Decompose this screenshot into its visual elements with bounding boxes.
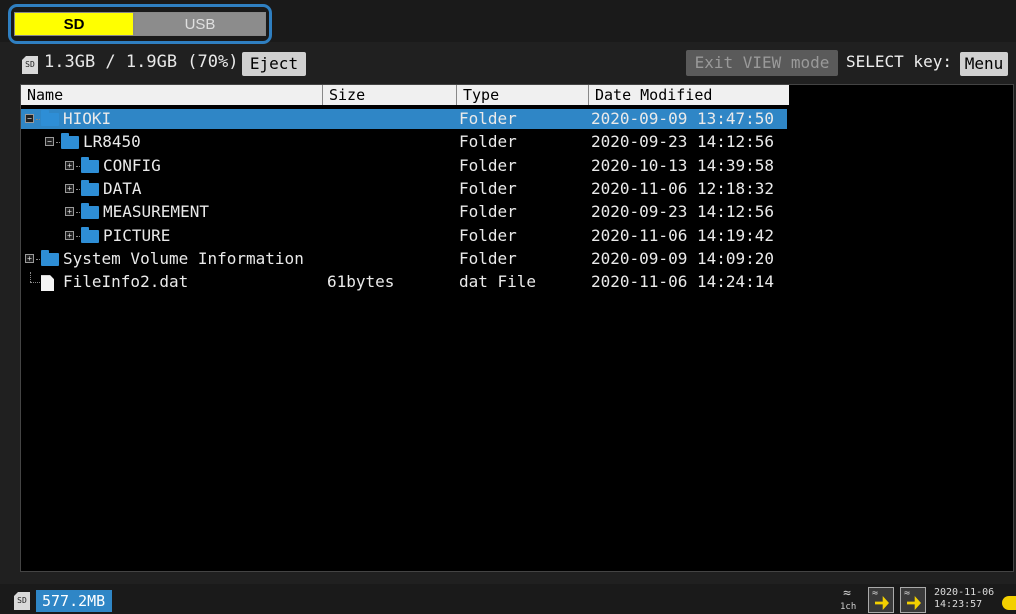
- item-type: Folder: [459, 178, 517, 198]
- column-header-type[interactable]: Type: [457, 85, 589, 105]
- folder-row[interactable]: + PICTURE Folder 2020-11-06 14:19:42: [21, 226, 787, 246]
- item-date-modified: 2020-09-09 13:47:50: [591, 109, 775, 128]
- folder-icon: [81, 226, 99, 243]
- select-key-label: SELECT key:: [846, 52, 952, 71]
- tab-sd[interactable]: SD: [14, 12, 134, 36]
- file-list[interactable]: Name Size Type Date Modified − HIOKI Folde…: [20, 84, 1014, 572]
- folder-icon: [81, 156, 99, 173]
- folder-row[interactable]: + CONFIG Folder 2020-10-13 14:39:58: [21, 156, 787, 176]
- folder-icon: [41, 249, 59, 266]
- status-time: 14:23:57: [934, 599, 983, 610]
- item-date-modified: 2020-10-13 14:39:58: [591, 155, 775, 175]
- item-name: HIOKI: [63, 109, 112, 128]
- folder-icon: [81, 203, 99, 220]
- power-plug-wifi-icon: ≈: [900, 587, 926, 613]
- status-date: 2020-11-06: [934, 587, 995, 598]
- item-date-modified: 2020-09-23 14:12:56: [591, 202, 775, 222]
- eject-button[interactable]: Eject: [242, 52, 306, 76]
- exit-view-mode-button[interactable]: Exit VIEW mode: [686, 50, 838, 76]
- folder-row[interactable]: + MEASUREMENT Folder 2020-09-23 14:12:56: [21, 202, 787, 222]
- item-name: PICTURE: [103, 225, 171, 245]
- item-name: System Volume Information: [63, 248, 304, 268]
- file-row[interactable]: FileInfo2.dat 61bytes dat File 2020-11-06 1…: [21, 272, 787, 292]
- list-header: Name Size Type Date Modified: [21, 85, 789, 105]
- item-date-modified: 2020-09-09 14:09:20: [591, 248, 775, 268]
- item-type: Folder: [459, 202, 517, 222]
- free-space-readout: 577.2MB: [36, 590, 112, 612]
- item-type: Folder: [459, 132, 517, 152]
- menu-button[interactable]: Menu: [960, 52, 1008, 76]
- tab-usb[interactable]: USB: [134, 12, 266, 36]
- sd-card-icon: SD: [22, 56, 38, 74]
- item-date-modified: 2020-11-06 14:24:14: [591, 272, 775, 292]
- tree-connector: [30, 272, 31, 283]
- expand-icon[interactable]: +: [25, 253, 34, 263]
- folder-row[interactable]: + System Volume Information Folder 2020-09-…: [21, 249, 787, 269]
- warning-icon: [1002, 596, 1016, 610]
- folder-icon: [41, 110, 59, 126]
- item-type: Folder: [459, 225, 517, 245]
- storage-usage: 1.3GB / 1.9GB (70%): [44, 52, 239, 72]
- item-date-modified: 2020-09-23 14:12:56: [591, 132, 775, 152]
- collapse-icon[interactable]: −: [25, 114, 34, 123]
- item-size: 61bytes: [327, 272, 395, 292]
- item-type: dat File: [459, 272, 537, 292]
- item-type: Folder: [459, 155, 517, 175]
- column-header-name[interactable]: Name: [21, 85, 323, 105]
- folder-row[interactable]: − LR8450 Folder 2020-09-23 14:12:56: [21, 132, 787, 152]
- item-name: FileInfo2.dat: [63, 272, 189, 292]
- file-icon: [41, 275, 54, 292]
- tree-connector: [30, 282, 42, 284]
- status-bar: [0, 584, 1016, 614]
- folder-row[interactable]: − HIOKI Folder 2020-09-09 13:47:50: [21, 109, 787, 129]
- folder-row[interactable]: + DATA Folder 2020-11-06 12:18:32: [21, 179, 787, 199]
- item-name: DATA: [103, 178, 142, 198]
- expand-icon[interactable]: +: [65, 160, 74, 170]
- status-datetime: 2020-11-06 14:23:57: [934, 587, 994, 611]
- folder-icon: [81, 179, 99, 196]
- expand-icon[interactable]: +: [65, 183, 74, 193]
- expand-icon[interactable]: +: [65, 207, 74, 217]
- item-name: MEASUREMENT: [103, 202, 209, 222]
- item-name: LR8450: [83, 132, 141, 152]
- item-type: Folder: [459, 109, 517, 128]
- item-date-modified: 2020-11-06 12:18:32: [591, 178, 775, 198]
- column-header-date-modified[interactable]: Date Modified: [589, 85, 789, 105]
- item-date-modified: 2020-11-06 14:19:42: [591, 225, 775, 245]
- media-tab-bar: SD USB: [0, 0, 1016, 44]
- channel-label: 1ch: [840, 602, 857, 612]
- power-plug-wifi-icon: ≈: [868, 587, 894, 613]
- item-type: Folder: [459, 248, 517, 268]
- item-name: CONFIG: [103, 155, 161, 175]
- collapse-icon[interactable]: −: [45, 137, 54, 147]
- folder-icon: [61, 133, 79, 150]
- file-manager-screen: SD USB SD 1.3GB / 1.9GB (70%) Eject Exit…: [0, 0, 1016, 614]
- expand-icon[interactable]: +: [65, 230, 74, 240]
- column-header-size[interactable]: Size: [323, 85, 457, 105]
- sd-card-icon: SD: [14, 592, 30, 610]
